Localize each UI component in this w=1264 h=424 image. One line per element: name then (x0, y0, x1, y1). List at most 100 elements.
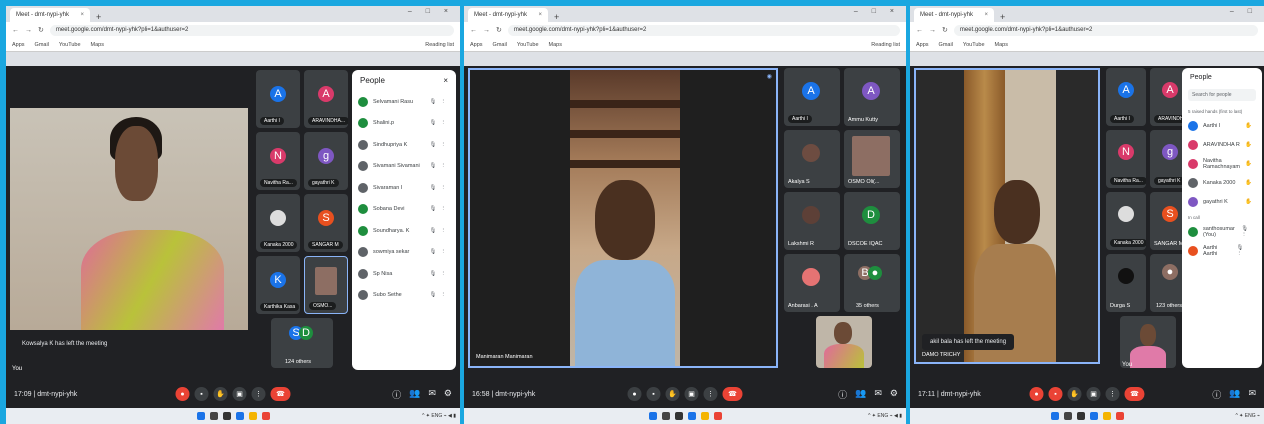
participant-tile[interactable]: Anbarasi . A (784, 254, 840, 312)
bookmark-apps[interactable]: Apps (470, 42, 483, 48)
bookmark-gmail[interactable]: Gmail (35, 42, 49, 48)
mic-off-icon[interactable]: ● (175, 387, 190, 401)
window-controls[interactable]: – □ × (408, 8, 454, 15)
app-icon[interactable] (235, 412, 244, 420)
participant-actions-icon[interactable]: 🎙⋮ (430, 99, 450, 105)
participant-actions-icon[interactable]: 🎙⋮ (430, 228, 450, 234)
people-list-item[interactable]: Aarthi Aarthi 🎙⋮ (1182, 241, 1262, 260)
close-tab-icon[interactable]: × (538, 12, 542, 18)
camera-icon[interactable]: ▪ (194, 387, 209, 401)
chrome-icon[interactable] (1115, 412, 1124, 420)
participant-actions-icon[interactable]: 🎙⋮ (430, 249, 450, 255)
participant-tile[interactable]: Kanaka 2000 (1106, 192, 1146, 250)
chat-icon[interactable]: ✉ (874, 388, 882, 401)
bookmark-youtube[interactable]: YouTube (517, 42, 539, 48)
forward-icon[interactable]: → (25, 27, 32, 34)
self-video-tile[interactable] (816, 316, 872, 368)
participant-tile[interactable]: OSMO... (304, 256, 348, 314)
new-tab-icon[interactable]: + (96, 12, 101, 22)
reading-list[interactable]: Reading list (871, 42, 900, 48)
end-call-icon[interactable]: ☎ (1124, 387, 1145, 401)
close-tab-icon[interactable]: × (80, 12, 84, 18)
people-list-item[interactable]: Selvamani Rasu 🎙⋮ (352, 91, 456, 113)
bookmark-apps[interactable]: Apps (12, 42, 25, 48)
mic-icon[interactable]: ● (627, 387, 642, 401)
browser-tab[interactable]: Meet - dmt-nypi-yhk × (914, 8, 994, 22)
address-bar[interactable]: meet.google.com/dmt-nypi-yhk?pli=1&authu… (49, 24, 454, 36)
chrome-icon[interactable] (261, 412, 270, 420)
mic-off-icon[interactable]: ● (1029, 387, 1044, 401)
people-list-item[interactable]: Soundharya. K 🎙⋮ (352, 220, 456, 242)
folder-icon[interactable] (1102, 412, 1111, 420)
app-icon[interactable] (1089, 412, 1098, 420)
participant-actions-icon[interactable]: ✋ (1245, 161, 1256, 167)
more-options-icon[interactable]: ⋮ (251, 387, 266, 401)
address-bar[interactable]: meet.google.com/dmt-nypi-yhk?pli=1&authu… (507, 24, 900, 36)
people-list-item[interactable]: gayathri K ✋ (1182, 192, 1262, 211)
people-list-item[interactable]: Sindhupriya K 🎙⋮ (352, 134, 456, 156)
bookmark-maps[interactable]: Maps (91, 42, 104, 48)
others-tile[interactable]: S D 124 others (271, 318, 333, 368)
participant-tile[interactable]: A ARAVINDHA... (304, 70, 348, 128)
close-icon[interactable]: × (443, 76, 448, 85)
people-list-item[interactable]: Kanaka 2000 ✋ (1182, 173, 1262, 192)
participant-tile[interactable]: D DSCOE IQAC (844, 192, 900, 250)
chat-icon[interactable]: ✉ (428, 388, 436, 401)
info-icon[interactable]: ⓘ (838, 388, 847, 401)
participant-tile[interactable]: A Aarthi I (784, 68, 840, 126)
participant-actions-icon[interactable]: ✋ (1245, 199, 1256, 205)
people-list-item[interactable]: Subo Sethe 🎙⋮ (352, 285, 456, 307)
new-tab-icon[interactable]: + (554, 12, 559, 22)
search-icon[interactable] (661, 412, 670, 420)
main-video-tile[interactable]: akil bala has left the meeting DAMO TRIC… (914, 68, 1100, 364)
people-list-item[interactable]: Sobana Devi 🎙⋮ (352, 199, 456, 221)
self-video-tile[interactable] (1120, 316, 1176, 368)
search-people-input[interactable]: Search for people (1188, 89, 1256, 101)
back-icon[interactable]: ← (470, 27, 477, 34)
app-icon[interactable] (687, 412, 696, 420)
participant-tile[interactable]: N Navitha Ra... (256, 132, 300, 190)
present-icon[interactable]: ▣ (684, 387, 699, 401)
present-icon[interactable]: ▣ (232, 387, 247, 401)
reload-icon[interactable]: ↻ (496, 26, 502, 34)
participant-tile[interactable]: g gayathri K (304, 132, 348, 190)
bookmark-gmail[interactable]: Gmail (493, 42, 507, 48)
reload-icon[interactable]: ↻ (38, 26, 44, 34)
people-list-item[interactable]: Aarthi I ✋ (1182, 116, 1262, 135)
participant-tile[interactable]: OSMO Oli(... (844, 130, 900, 188)
forward-icon[interactable]: → (483, 27, 490, 34)
bookmark-youtube[interactable]: YouTube (59, 42, 81, 48)
back-icon[interactable]: ← (12, 27, 19, 34)
participant-tile[interactable]: Lakshmi R (784, 192, 840, 250)
folder-icon[interactable] (700, 412, 709, 420)
search-icon[interactable] (1063, 412, 1072, 420)
more-options-icon[interactable]: ⋮ (1105, 387, 1120, 401)
participant-actions-icon[interactable]: 🎙⋮ (1241, 226, 1256, 238)
raise-hand-icon[interactable]: ✋ (213, 387, 228, 401)
people-list-item[interactable]: Sivaraman I 🎙⋮ (352, 177, 456, 199)
start-icon[interactable] (648, 412, 657, 420)
participant-tile[interactable]: A Aarthi I (256, 70, 300, 128)
close-tab-icon[interactable]: × (984, 12, 988, 18)
browser-tab[interactable]: Meet - dmt-nypi-yhk × (468, 8, 548, 22)
participant-actions-icon[interactable]: 🎙⋮ (430, 292, 450, 298)
participant-tile[interactable]: Kanaka 2000 (256, 194, 300, 252)
search-icon[interactable] (209, 412, 218, 420)
taskview-icon[interactable] (222, 412, 231, 420)
participant-actions-icon[interactable]: 🎙⋮ (430, 142, 450, 148)
participant-tile[interactable]: S SANGAR M (304, 194, 348, 252)
start-icon[interactable] (1050, 412, 1059, 420)
people-list-item[interactable]: Sivamani Sivamani 🎙⋮ (352, 156, 456, 178)
participant-actions-icon[interactable]: ✋ (1245, 123, 1256, 129)
info-icon[interactable]: ⓘ (392, 388, 401, 401)
chrome-icon[interactable] (713, 412, 722, 420)
participant-tile[interactable]: Durga S (1106, 254, 1146, 312)
bookmark-youtube[interactable]: YouTube (963, 42, 985, 48)
start-icon[interactable] (196, 412, 205, 420)
bookmark-maps[interactable]: Maps (549, 42, 562, 48)
participant-actions-icon[interactable]: 🎙⋮ (430, 271, 450, 277)
participant-actions-icon[interactable]: 🎙⋮ (1237, 245, 1256, 257)
chat-icon[interactable]: ✉ (1248, 388, 1256, 401)
forward-icon[interactable]: → (929, 27, 936, 34)
info-icon[interactable]: ⓘ (1212, 388, 1221, 401)
